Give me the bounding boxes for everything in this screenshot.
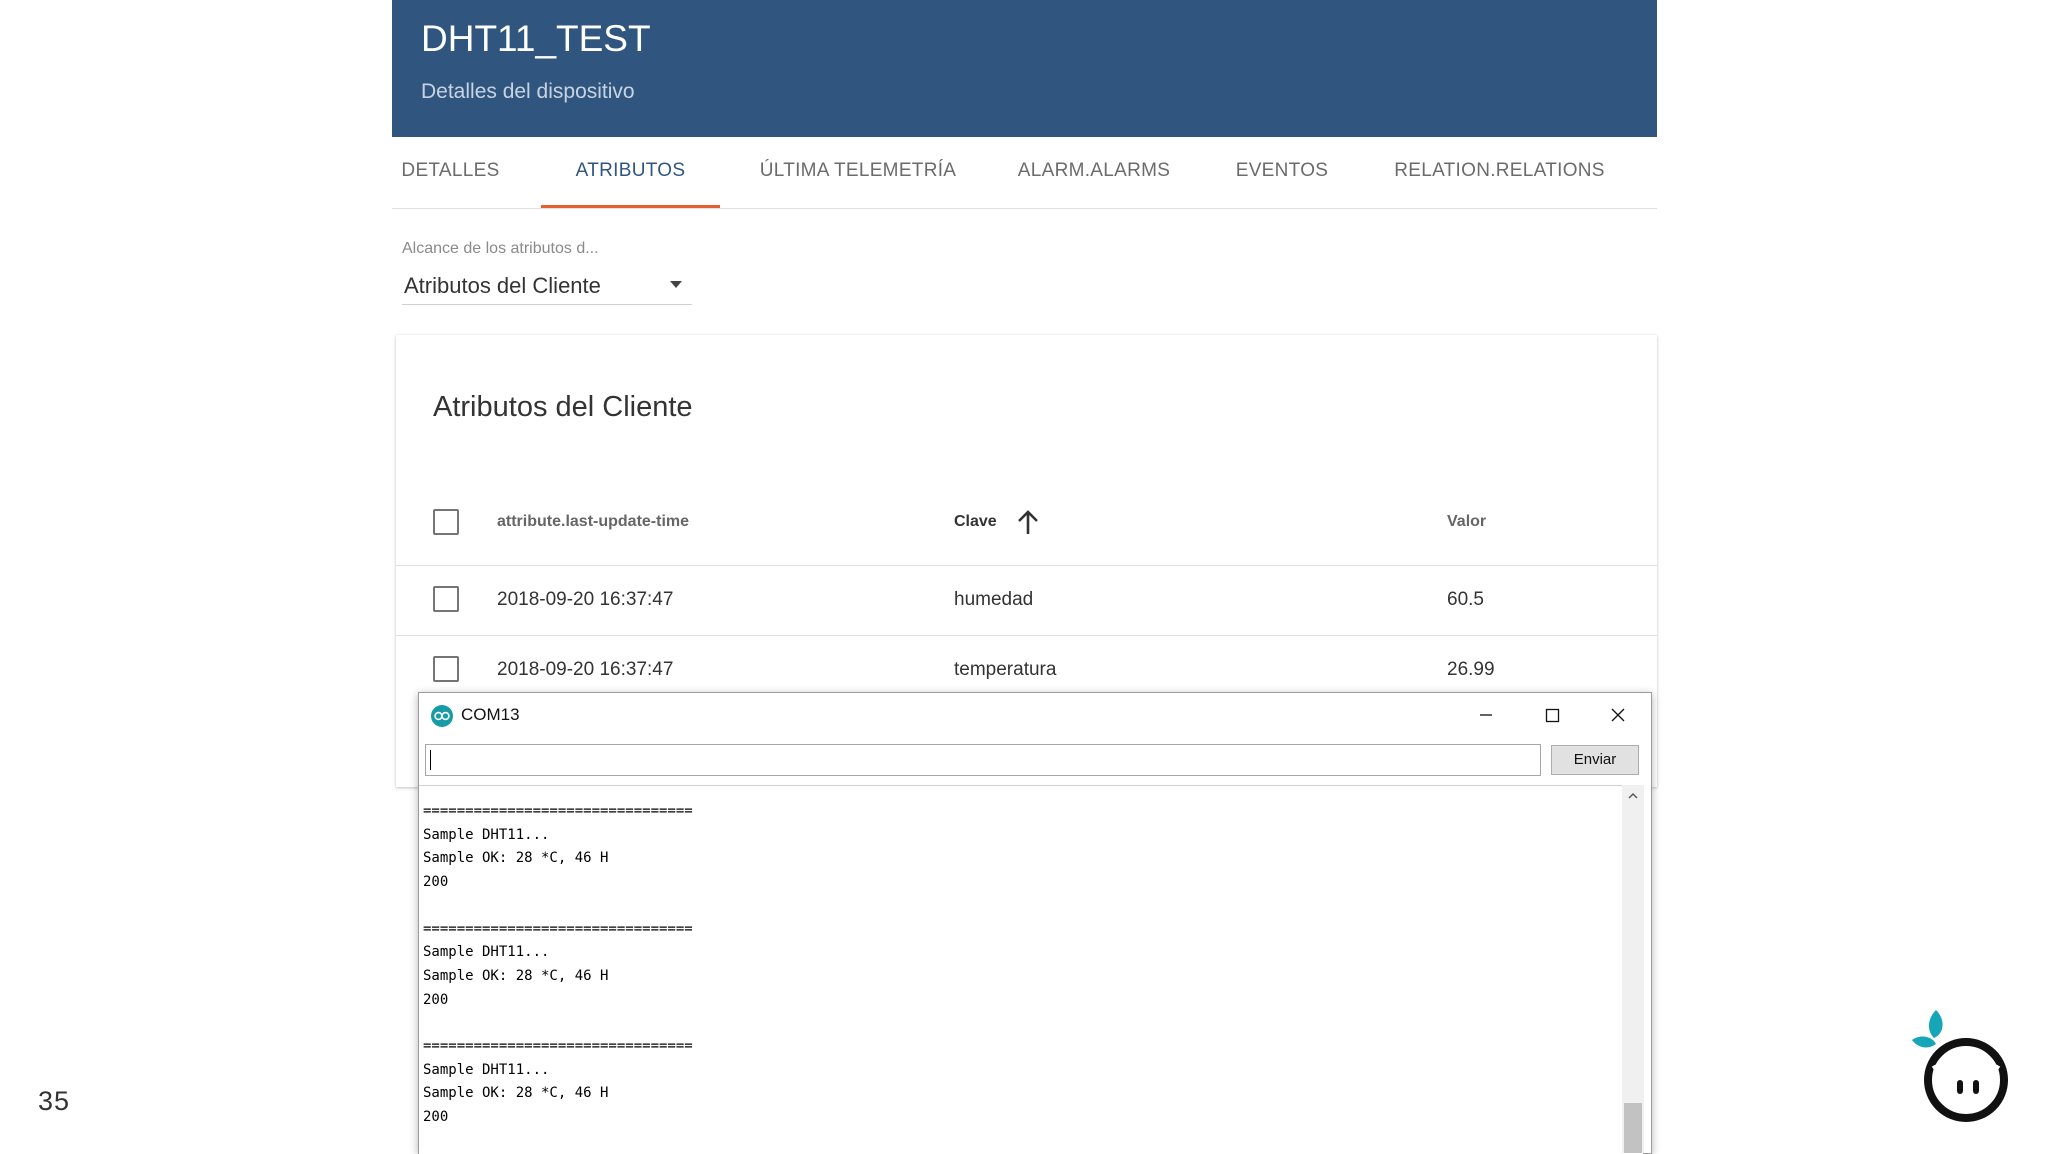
output-line: Sample OK: 28 *C, 46 H xyxy=(423,850,609,866)
send-button[interactable]: Enviar xyxy=(1551,745,1639,775)
output-line: Sample OK: 28 *C, 46 H xyxy=(423,1085,609,1101)
output-line: 200 xyxy=(423,992,449,1008)
maximize-button[interactable] xyxy=(1519,693,1585,737)
dropdown-caret-icon xyxy=(670,281,682,288)
device-subtitle: Detalles del dispositivo xyxy=(421,80,635,103)
output-line: ================================ xyxy=(423,1038,693,1054)
output-line: Sample DHT11... xyxy=(423,944,550,960)
scope-select-value: Atributos del Cliente xyxy=(404,273,601,298)
tab-eventos[interactable]: EVENTOS xyxy=(1220,137,1344,205)
divider xyxy=(396,635,1657,636)
output-line: Sample DHT11... xyxy=(423,827,550,843)
minimize-button[interactable] xyxy=(1453,693,1519,737)
row-checkbox[interactable] xyxy=(433,656,459,682)
window-titlebar[interactable]: COM13 xyxy=(419,693,1651,737)
sort-ascending-icon[interactable] xyxy=(1015,508,1041,536)
tab-ultima-telemetria[interactable]: ÚLTIMA TELEMETRÍA xyxy=(746,137,970,205)
tab-atributos[interactable]: ATRIBUTOS xyxy=(541,137,720,208)
row-time: 2018-09-20 16:37:47 xyxy=(497,659,674,680)
output-line: ================================ xyxy=(423,803,693,819)
tab-detalles[interactable]: DETALLES xyxy=(392,137,509,205)
row-value: 60.5 xyxy=(1447,589,1484,610)
output-line: ================================ xyxy=(423,921,693,937)
column-header-time[interactable]: attribute.last-update-time xyxy=(497,513,689,531)
scrollbar-thumb[interactable] xyxy=(1624,1103,1642,1153)
serial-send-input[interactable] xyxy=(425,744,1541,776)
card-title: Atributos del Cliente xyxy=(433,391,693,423)
device-title: DHT11_TEST xyxy=(421,18,651,59)
scroll-up-icon[interactable] xyxy=(1622,785,1644,807)
divider xyxy=(396,565,1657,566)
scope-select[interactable]: Atributos del Cliente xyxy=(402,266,692,305)
serial-monitor-window: COM13 Enviar ===========================… xyxy=(418,692,1652,1154)
tab-alarms[interactable]: ALARM.ALARMS xyxy=(996,137,1192,205)
row-key: temperatura xyxy=(954,659,1057,680)
minimize-icon xyxy=(1480,714,1492,716)
arduino-icon xyxy=(431,705,453,727)
close-icon xyxy=(1611,708,1625,722)
vertical-scrollbar[interactable] xyxy=(1622,785,1644,1153)
row-time: 2018-09-20 16:37:47 xyxy=(497,589,674,610)
select-all-checkbox[interactable] xyxy=(433,509,459,535)
slide-number: 35 xyxy=(38,1086,71,1116)
tab-bar: DETALLES ATRIBUTOS ÚLTIMA TELEMETRÍA ALA… xyxy=(392,137,1657,209)
row-key: humedad xyxy=(954,589,1034,610)
output-line: 200 xyxy=(423,874,449,890)
tab-relations[interactable]: RELATION.RELATIONS xyxy=(1377,137,1622,205)
column-header-value[interactable]: Valor xyxy=(1447,513,1486,531)
output-line: 200 xyxy=(423,1109,449,1125)
scope-label: Alcance de los atributos d... xyxy=(402,240,599,257)
close-button[interactable] xyxy=(1585,693,1651,737)
row-value: 26.99 xyxy=(1447,659,1495,680)
output-line: Sample OK: 28 *C, 46 H xyxy=(423,968,609,984)
window-title: COM13 xyxy=(461,705,520,724)
output-line: Sample DHT11... xyxy=(423,1062,550,1078)
text-caret xyxy=(430,750,431,770)
brand-logo xyxy=(1906,1000,2010,1130)
serial-output[interactable]: ================================ Sample … xyxy=(419,785,1643,1154)
column-header-key[interactable]: Clave xyxy=(954,513,997,531)
maximize-icon xyxy=(1545,708,1560,723)
row-checkbox[interactable] xyxy=(433,586,459,612)
